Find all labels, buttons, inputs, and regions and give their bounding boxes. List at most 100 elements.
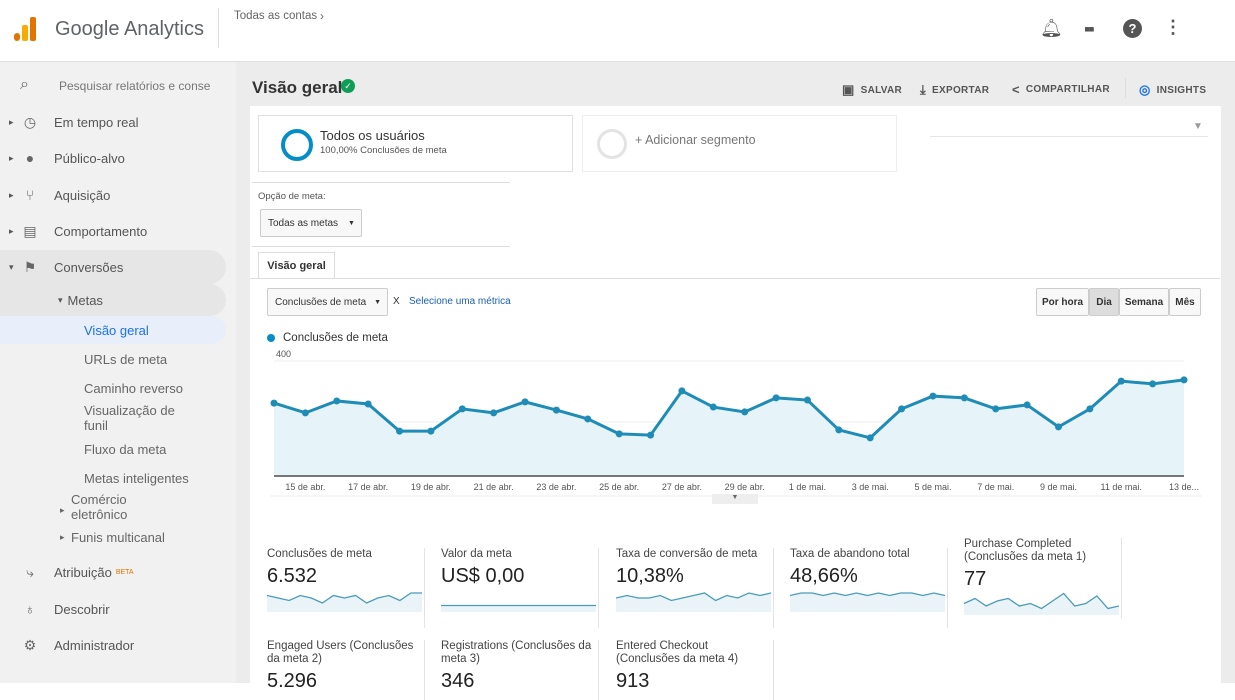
- segment-all-users[interactable]: Todos os usuários 100,00% Conclusões de …: [258, 115, 573, 172]
- sidebar-item-acquisition[interactable]: ▸ ⑂ Aquisição: [0, 178, 226, 212]
- granularity-toggle: Por hora Dia Semana Mês: [1036, 288, 1201, 316]
- sidebar-item-goal-urls[interactable]: URLs de meta: [84, 352, 167, 367]
- sidebar-item-behavior[interactable]: ▸ ▤ Comportamento: [0, 214, 226, 248]
- kpi-card[interactable]: Purchase Completed (Conclusões da meta 1…: [952, 538, 1122, 618]
- tab-overview[interactable]: Visão geral: [258, 252, 335, 279]
- behavior-icon: ▤: [23, 222, 37, 239]
- sidebar-item-funnel[interactable]: Visualização de funil: [84, 403, 194, 433]
- metric-select-value: Conclusões de meta: [275, 296, 367, 308]
- sidebar-item-multichannel[interactable]: Funis multicanal: [71, 530, 165, 545]
- granularity-month[interactable]: Mês: [1169, 288, 1201, 316]
- kpi-value: 77: [964, 568, 987, 590]
- data-point: [552, 406, 560, 414]
- kpi-sparkline: [266, 592, 422, 612]
- kpi-card[interactable]: Taxa de abandono total 48,66%: [778, 548, 948, 628]
- dropdown-arrow-icon: ▼: [374, 298, 382, 306]
- granularity-hour[interactable]: Por hora: [1036, 288, 1089, 316]
- kpi-card[interactable]: Taxa de conversão de meta 10,38%: [604, 548, 774, 628]
- kpi-card[interactable]: Entered Checkout (Conclusões da meta 4) 9…: [604, 640, 774, 700]
- add-segment-button[interactable]: + Adicionar segmento: [582, 115, 897, 172]
- x-tick-label: 27 de abr.: [662, 482, 702, 492]
- insights-label: INSIGHTS: [1156, 84, 1207, 96]
- metric-select[interactable]: Conclusões de meta ▼: [267, 288, 388, 316]
- date-dropdown-icon[interactable]: ▼: [1193, 121, 1203, 132]
- data-point: [772, 394, 780, 402]
- x-tick-label: 17 de abr.: [348, 482, 388, 492]
- help-icon[interactable]: ?: [1123, 19, 1142, 38]
- flag-icon: ⚑: [23, 258, 37, 275]
- sidebar-item-label: Em tempo real: [54, 114, 139, 130]
- export-button[interactable]: ⤓ EXPORTAR: [920, 82, 989, 98]
- apps-icon[interactable]: ▪▪: [1084, 19, 1095, 40]
- select-metric-link[interactable]: Selecione uma métrica: [409, 296, 511, 307]
- sidebar-item-label: Público-alvo: [54, 150, 125, 166]
- kpi-value: US$ 0,00: [441, 565, 525, 587]
- kpi-label: Registrations (Conclusões da meta 3): [441, 640, 592, 665]
- person-icon: ●: [25, 150, 35, 166]
- x-tick-label: 19 de abr.: [411, 482, 451, 492]
- kpi-card[interactable]: Registrations (Conclusões da meta 3) 346: [429, 640, 599, 700]
- verified-icon: ✓: [341, 79, 355, 93]
- x-tick-label: 21 de abr.: [474, 482, 514, 492]
- kpi-card[interactable]: Valor da meta US$ 0,00: [429, 548, 599, 628]
- sidebar-item-overview[interactable]: Visão geral: [0, 316, 226, 344]
- search-input[interactable]: Pesquisar relatórios e conse: [59, 79, 210, 93]
- add-segment-label: + Adicionar segmento: [635, 133, 756, 147]
- kpi-value: 5.296: [267, 670, 318, 692]
- sidebar-item-reverse-path[interactable]: Caminho reverso: [84, 381, 183, 396]
- app-name: Google Analytics: [55, 18, 204, 40]
- granularity-day[interactable]: Dia: [1089, 288, 1119, 316]
- sidebar-item-attribution[interactable]: ⤷ Atribuição BETA: [0, 555, 226, 589]
- data-point: [364, 400, 372, 408]
- more-vert-icon[interactable]: ⋮: [1164, 17, 1182, 38]
- x-tick-label: 25 de abr.: [599, 482, 639, 492]
- share-icon: <: [1012, 82, 1020, 97]
- sidebar-item-smart-goals[interactable]: Metas inteligentes: [84, 471, 189, 486]
- goal-option-value: Todas as metas: [268, 217, 339, 229]
- kpi-sparkline: [963, 592, 1120, 615]
- kpi-value: 48,66%: [790, 565, 858, 587]
- share-button[interactable]: < COMPARTILHAR: [1012, 82, 1110, 97]
- bell-icon[interactable]: 🔔︎: [1040, 18, 1063, 39]
- data-point: [835, 426, 843, 434]
- kpi-sparkline: [441, 604, 596, 612]
- sidebar-item-realtime[interactable]: ▸ ◷ Em tempo real: [0, 105, 226, 139]
- x-tick-label: 3 de mai.: [852, 482, 889, 492]
- breadcrumb[interactable]: Todas as contas: [234, 10, 317, 22]
- sidebar-item-ecommerce[interactable]: Comércio eletrônico: [71, 492, 161, 522]
- sidebar-item-goal-flow[interactable]: Fluxo da meta: [84, 442, 166, 457]
- download-icon: ⤓: [920, 82, 927, 97]
- sidebar-item-conversions[interactable]: ▾ ⚑ Conversões: [0, 250, 226, 284]
- chart-collapse-handle[interactable]: ▼: [712, 494, 758, 504]
- x-tick-label: 29 de abr.: [725, 482, 765, 492]
- kpi-sparkline: [615, 592, 772, 612]
- share-label: COMPARTILHAR: [1025, 84, 1110, 95]
- data-point: [427, 427, 435, 435]
- export-label: EXPORTAR: [932, 84, 990, 96]
- data-point: [458, 405, 466, 413]
- x-tick-label: 23 de abr.: [536, 482, 576, 492]
- insights-button[interactable]: ◎ INSIGHTS: [1139, 82, 1206, 98]
- kpi-value: 346: [441, 670, 475, 692]
- data-point: [1023, 401, 1031, 409]
- sidebar-item-audience[interactable]: ▸ ● Público-alvo: [0, 141, 226, 175]
- save-button[interactable]: ▣ SALVAR: [842, 82, 902, 98]
- goal-option-select[interactable]: Todas as metas ▼: [260, 209, 362, 237]
- kpi-value: 6.532: [267, 565, 318, 587]
- lightbulb-icon: ♁: [24, 601, 36, 617]
- sidebar: ⌕ Pesquisar relatórios e conse ▸ ◷ Em temp…: [0, 62, 236, 683]
- x-tick-label: 9 de mai.: [1040, 482, 1077, 492]
- data-point: [1086, 405, 1094, 413]
- sidebar-item-admin[interactable]: ⚙ Administrador: [0, 628, 226, 662]
- sidebar-item-label: Comportamento: [54, 223, 148, 239]
- data-point: [741, 408, 749, 416]
- kpi-label: Engaged Users (Conclusões da meta 2): [267, 640, 414, 665]
- sidebar-item-discover[interactable]: ♁ Descobrir: [0, 592, 226, 626]
- gear-icon: ⚙: [23, 636, 37, 653]
- kpi-card[interactable]: Engaged Users (Conclusões da meta 2) 5.29…: [255, 640, 425, 700]
- x-tick-label: 5 de mai.: [914, 482, 951, 492]
- sidebar-item-goals[interactable]: ▾ Metas: [0, 284, 226, 316]
- kpi-card[interactable]: Conclusões de meta 6.532: [255, 548, 425, 628]
- kpi-label: Conclusões de meta: [267, 548, 372, 560]
- granularity-week[interactable]: Semana: [1119, 288, 1169, 316]
